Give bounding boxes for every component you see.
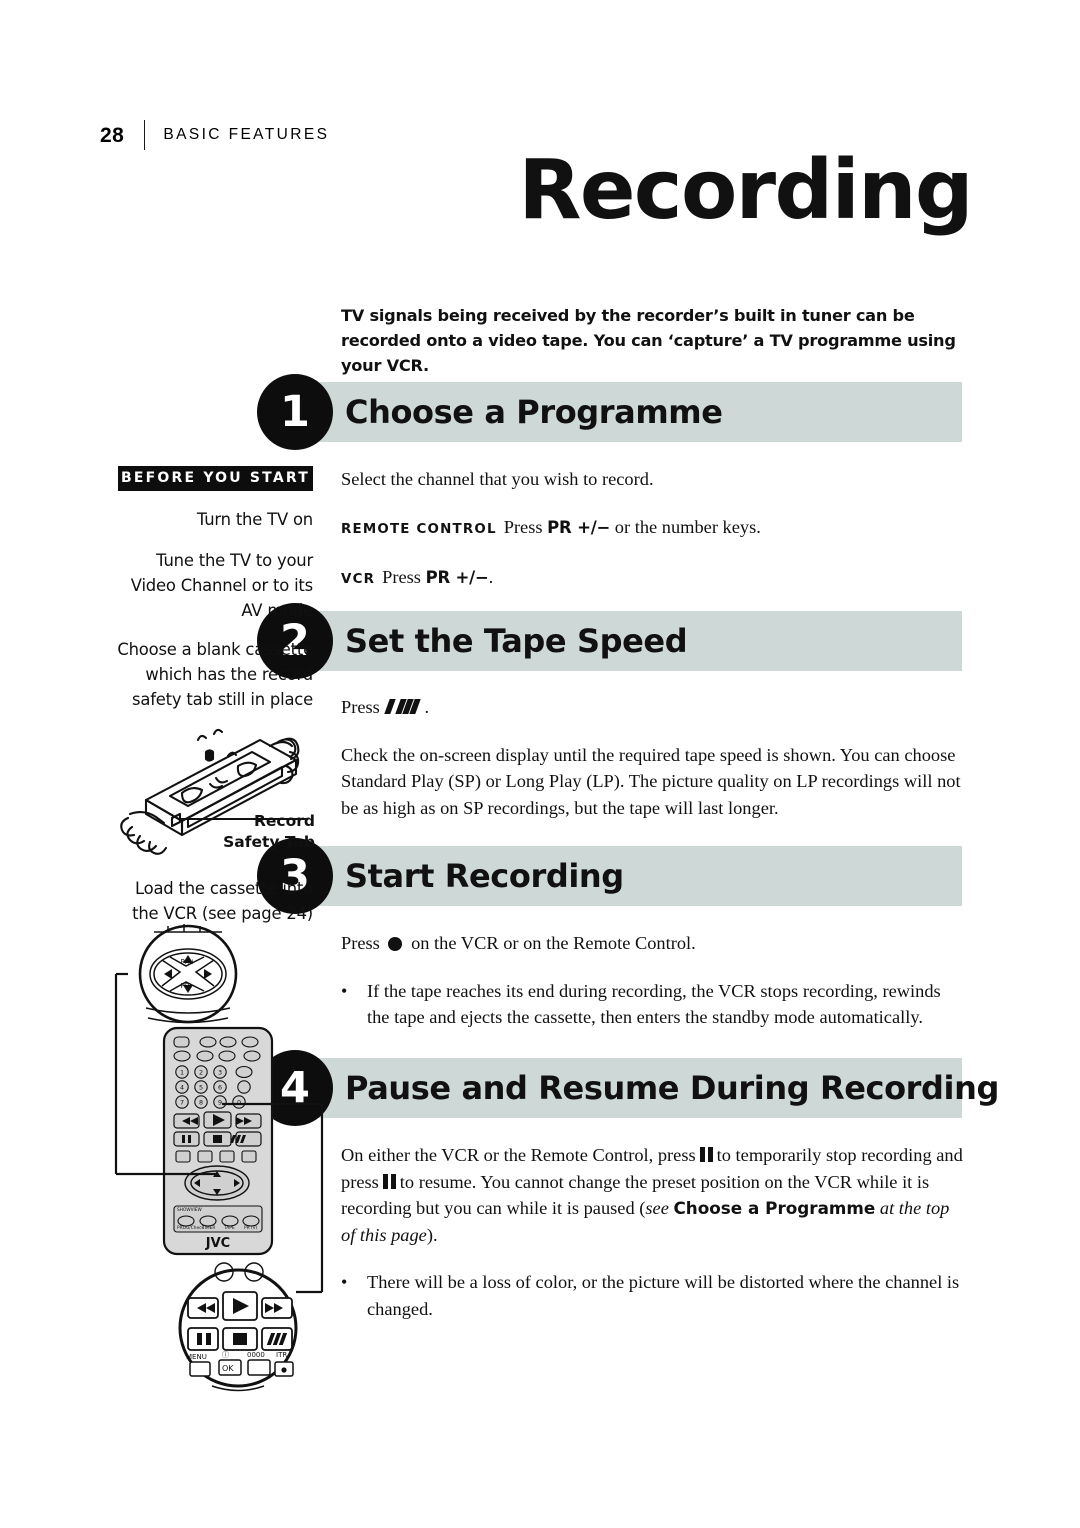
step3-bullet: • If the tape reaches its end during rec… — [341, 978, 965, 1031]
step4-xref-see: see — [645, 1198, 669, 1218]
step4-part-a: On either the VCR or the Remote Control,… — [341, 1145, 696, 1165]
step4-part-d: ). — [426, 1224, 438, 1245]
step-body-1: Select the channel that you wish to reco… — [341, 466, 965, 594]
step3-press-post: on the VCR or on the Remote Control. — [411, 933, 696, 953]
step-header-1: 1 Choose a Programme — [257, 374, 962, 450]
running-head: 28 BASIC FEATURES — [100, 118, 329, 152]
step1-vcr-post: . — [488, 567, 494, 587]
step1-remote-line: REMOTE CONTROL Press PR +/− or the number… — [341, 514, 965, 544]
page-number: 28 — [100, 123, 125, 147]
step-number-badge-1: 1 — [257, 374, 333, 450]
step4-bullet-text: There will be a loss of color, or the pi… — [367, 1272, 960, 1319]
pause-button-icon-2 — [382, 1173, 396, 1189]
step3-press-line: Press on the VCR or on the Remote Contro… — [341, 930, 965, 957]
pr-key-remote: PR +/− — [547, 517, 611, 537]
step-title-3: Start Recording — [345, 857, 624, 895]
page-title: Recording — [518, 143, 973, 238]
svg-text:MENU: MENU — [186, 1353, 207, 1361]
step-title-2: Set the Tape Speed — [345, 622, 688, 660]
step-header-2: 2 Set the Tape Speed — [257, 603, 962, 679]
pause-button-icon-1 — [699, 1147, 713, 1162]
step1-vcr-line: VCR Press PR +/−. — [341, 564, 965, 594]
step1-remote-post: or the number keys. — [614, 516, 761, 537]
intro-paragraph: TV signals being received by the recorde… — [341, 306, 956, 375]
sidebar-note-1: Turn the TV on — [196, 510, 313, 529]
step-title-4: Pause and Resume During Recording — [345, 1069, 1000, 1107]
svg-text:0000: 0000 — [247, 1351, 265, 1359]
step-header-3: 3 Start Recording — [257, 838, 962, 914]
step3-bullet-text: If the tape reaches its end during recor… — [367, 980, 941, 1028]
sidebar-note-3: Choose a blank cassette which has the re… — [117, 640, 313, 709]
before-you-start-badge: BEFORE YOU START — [118, 466, 313, 491]
section-name: BASIC FEATURES — [163, 126, 330, 144]
svg-text:OK: OK — [222, 1364, 234, 1373]
record-button-icon — [388, 937, 403, 951]
vcr-label: VCR — [341, 572, 376, 587]
step4-bullet: • There will be a loss of color, or the … — [341, 1269, 965, 1322]
pr-key-vcr: PR +/− — [425, 568, 489, 587]
step1-lead: Select the channel that you wish to reco… — [341, 469, 654, 489]
step2-body: Check the on-screen display until the re… — [341, 744, 961, 818]
step1-remote-pre: Press — [503, 516, 543, 537]
step-title-1: Choose a Programme — [345, 393, 723, 431]
svg-text:ⓘ: ⓘ — [222, 1351, 229, 1359]
step2-press-pre: Press — [341, 697, 380, 717]
svg-text:ITR: ITR — [276, 1351, 287, 1359]
step-body-4: On either the VCR or the Remote Control,… — [341, 1142, 965, 1322]
step2-press-line: Press . — [341, 694, 965, 721]
step-body-2: Press . Check the on-screen display unti… — [341, 694, 965, 821]
step2-press-post: . — [424, 697, 430, 717]
step1-vcr-pre: Press — [382, 567, 421, 587]
callout-leader-lines — [114, 972, 324, 1294]
remote-control-label: REMOTE CONTROL — [341, 521, 497, 537]
tape-speed-icon — [384, 699, 422, 714]
step-body-3: Press on the VCR or on the Remote Contro… — [341, 930, 965, 1031]
step4-paragraph: On either the VCR or the Remote Control,… — [341, 1142, 965, 1248]
runhead-divider — [144, 120, 146, 150]
cassette-illustration — [120, 728, 306, 855]
sidebar-note-4: Load the cassette into the VCR (see page… — [132, 879, 313, 923]
sidebar-note-2: Tune the TV to your Video Channel or to … — [130, 551, 313, 620]
step-header-4: 4 Pause and Resume During Recording — [257, 1050, 999, 1126]
step4-xref-target: Choose a Programme — [673, 1198, 876, 1218]
